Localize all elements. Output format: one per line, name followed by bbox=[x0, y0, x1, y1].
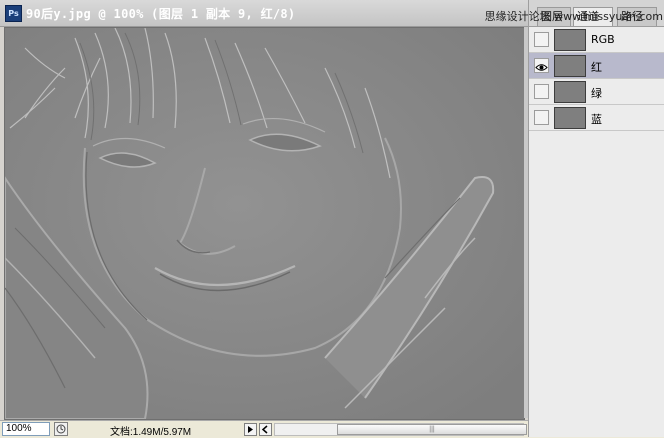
channel-row-red[interactable]: 红 bbox=[529, 53, 664, 79]
document-title: 90后y.jpg @ 100% (图层 1 副本 9, 红/8) bbox=[26, 7, 296, 21]
channel-label: 绿 bbox=[591, 87, 602, 100]
chevron-left-icon bbox=[261, 425, 268, 434]
channel-thumbnail bbox=[554, 81, 586, 103]
visibility-toggle[interactable] bbox=[534, 110, 549, 125]
status-bar: 100% 文档:1.49M/5.97M ||| bbox=[0, 420, 528, 438]
zoom-field[interactable]: 100% bbox=[2, 422, 50, 436]
image-canvas[interactable] bbox=[4, 27, 525, 420]
channel-row-green[interactable]: 绿 bbox=[529, 79, 664, 105]
embossed-portrait-image bbox=[5, 28, 524, 419]
panel-tab-bar: 图层 通道 路径 思缘设计论坛 www.missyuan.com bbox=[485, 0, 664, 27]
watermark-text: 思缘设计论坛 www.missyuan.com bbox=[484, 10, 663, 23]
photoshop-icon: Ps bbox=[5, 5, 22, 22]
channels-panel: 图层 通道 路径 思缘设计论坛 www.missyuan.com RGB 红 绿… bbox=[485, 0, 664, 437]
visibility-toggle[interactable] bbox=[534, 84, 549, 99]
channel-label: RGB bbox=[591, 33, 615, 46]
eye-icon bbox=[535, 64, 548, 71]
channel-row-rgb[interactable]: RGB bbox=[529, 27, 664, 53]
status-arrow-button[interactable] bbox=[244, 423, 257, 436]
visibility-toggle[interactable] bbox=[534, 32, 549, 47]
document-size-info: 文档:1.49M/5.97M bbox=[110, 427, 192, 438]
channel-thumbnail bbox=[554, 107, 586, 129]
status-menu-icon bbox=[56, 424, 66, 434]
document-title-bar[interactable]: Ps 90后y.jpg @ 100% (图层 1 副本 9, 红/8) bbox=[0, 0, 528, 27]
channel-thumbnail bbox=[554, 55, 586, 77]
triangle-right-icon bbox=[248, 426, 253, 433]
channel-label: 蓝 bbox=[591, 113, 602, 126]
scroll-left-button[interactable] bbox=[259, 423, 272, 436]
channel-row-blue[interactable]: 蓝 bbox=[529, 105, 664, 131]
horizontal-scroll-thumb[interactable]: ||| bbox=[337, 424, 527, 435]
channel-thumbnail bbox=[554, 29, 586, 51]
visibility-toggle[interactable] bbox=[534, 58, 549, 73]
status-menu-button[interactable] bbox=[54, 422, 68, 436]
horizontal-scrollbar[interactable]: ||| bbox=[274, 423, 527, 436]
document-window: Ps 90后y.jpg @ 100% (图层 1 副本 9, 红/8) 100%… bbox=[0, 0, 528, 438]
channel-label: 红 bbox=[591, 61, 602, 74]
